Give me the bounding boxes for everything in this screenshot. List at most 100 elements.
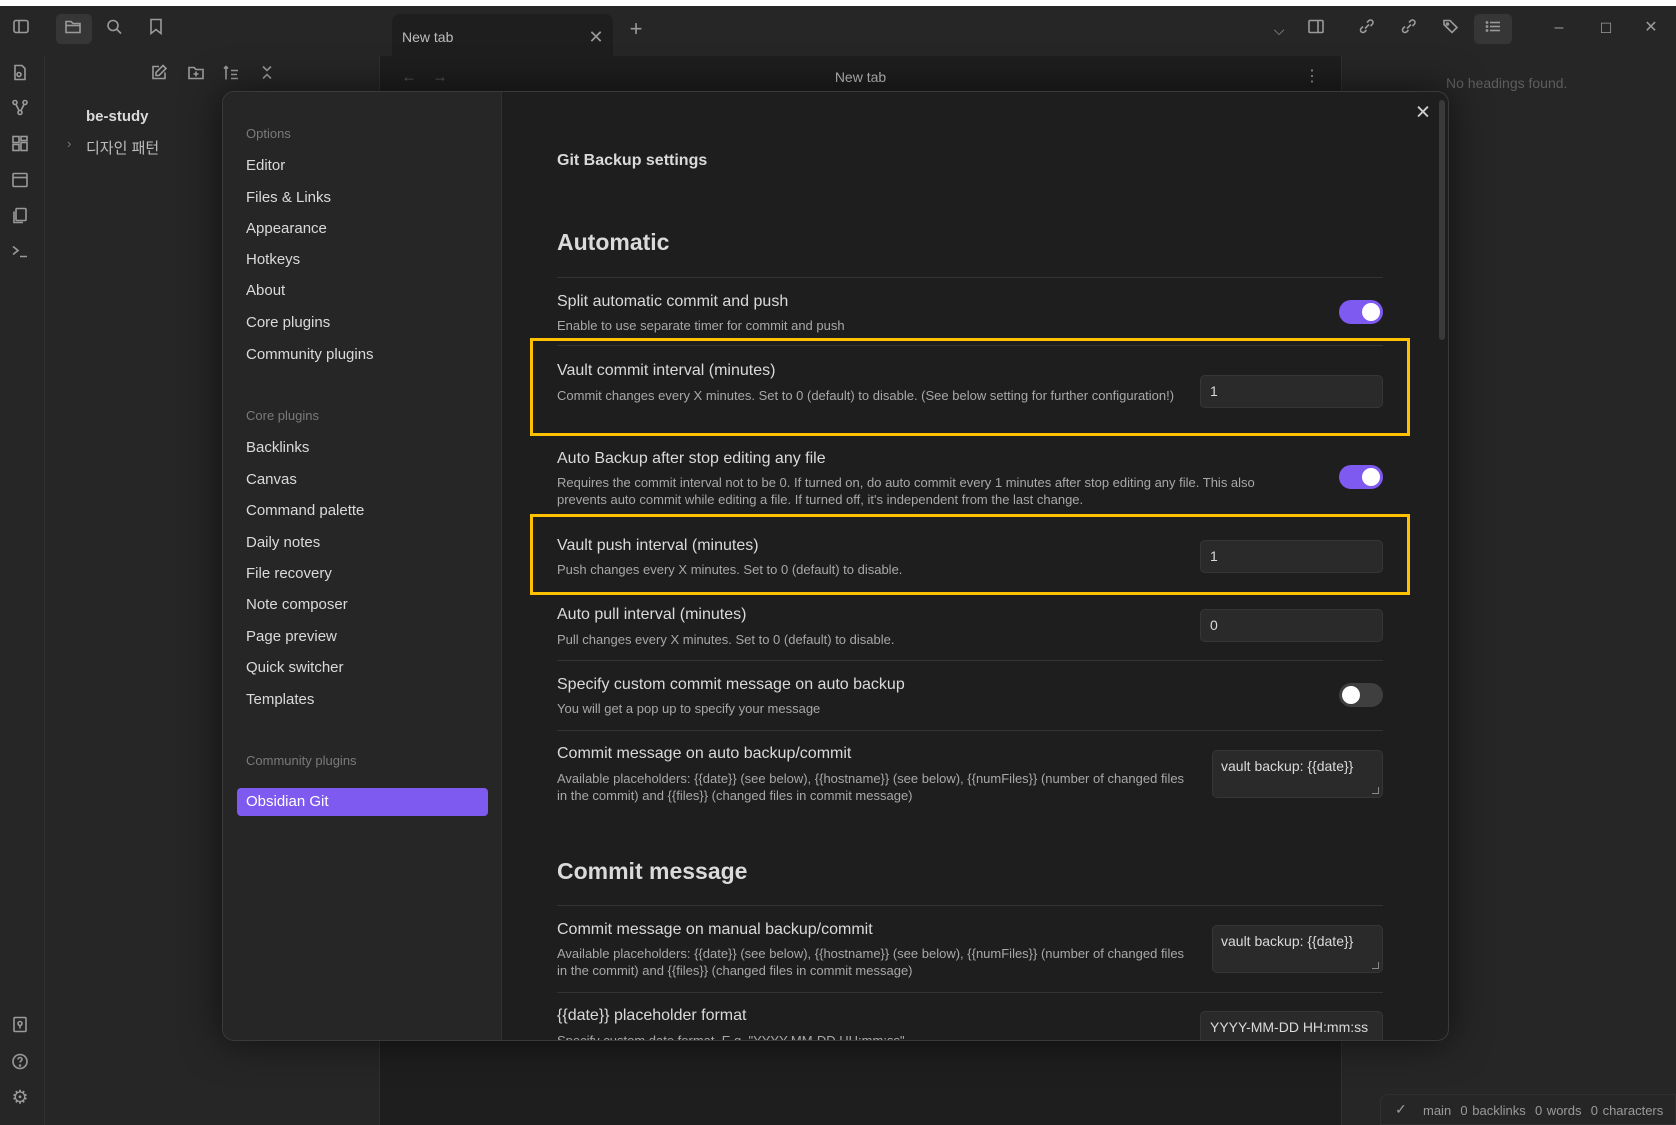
character-count: 0 characters (1590, 1103, 1664, 1118)
vault-name[interactable]: be-study (86, 108, 149, 125)
chevron-down-icon[interactable]: ⌵ (1274, 23, 1285, 37)
sync-check-icon: ✓ (1395, 1101, 1407, 1117)
title-bar: New tab ✕ + ⌵ – ☐ ✕ (0, 6, 1676, 56)
setting-desc: Commit changes every X minutes. Set to 0… (557, 388, 1175, 403)
bookmark-icon[interactable] (147, 18, 165, 39)
toggle-knob (1362, 468, 1380, 486)
nav-item-command-palette[interactable]: Command palette (246, 502, 364, 519)
auto-backup-after-edit-toggle[interactable] (1339, 465, 1383, 489)
section-heading-automatic: Automatic (557, 229, 670, 255)
sidebar-toggle-icon[interactable] (12, 18, 30, 39)
setting-desc: You will get a pop up to specify your me… (557, 701, 821, 716)
nav-item-about[interactable]: About (246, 282, 285, 299)
nav-item-quick-switcher[interactable]: Quick switcher (246, 659, 344, 676)
outline-icon[interactable] (1484, 18, 1502, 39)
left-ribbon: ⚙ (0, 56, 45, 1125)
modal-close-icon[interactable]: ✕ (1415, 104, 1431, 123)
folder-icon[interactable] (64, 18, 82, 39)
manual-commit-message-textarea[interactable]: vault backup: {{date}} (1212, 925, 1383, 973)
pull-interval-input[interactable]: 0 (1200, 609, 1383, 642)
nav-header-options: Options (246, 126, 291, 141)
settings-modal: Options Editor Files & Links Appearance … (222, 91, 1449, 1041)
more-options-icon[interactable]: ⋮ (1304, 69, 1320, 85)
outgoing-links-icon[interactable] (1400, 18, 1418, 39)
push-interval-input[interactable]: 1 (1200, 540, 1383, 573)
date-format-input[interactable]: YYYY-MM-DD HH:mm:ss (1200, 1011, 1383, 1040)
editor-title: New tab (834, 69, 887, 85)
maximize-icon[interactable]: ☐ (1600, 21, 1613, 35)
nav-item-files-links[interactable]: Files & Links (246, 189, 331, 206)
tab-close-icon[interactable]: ✕ (588, 28, 603, 46)
search-icon[interactable] (105, 18, 123, 39)
nav-item-note-composer[interactable]: Note composer (246, 596, 348, 613)
git-branch[interactable]: main (1423, 1103, 1451, 1118)
status-bar: ✓ main 0 backlinks 0 words 0 characters (1380, 1094, 1676, 1125)
divider (557, 730, 1383, 731)
divider (557, 660, 1383, 661)
window-close-icon[interactable]: ✕ (1644, 20, 1657, 36)
settings-title: Git Backup settings (557, 152, 708, 169)
setting-desc: Available placeholders: {{date}} (see be… (557, 771, 1185, 803)
outline-empty-text: No headings found. (1446, 75, 1568, 91)
obsidian-window: New tab ✕ + ⌵ – ☐ ✕ ⚙ be-study › 디자인 패턴 (0, 6, 1676, 1125)
backlinks-icon[interactable] (1358, 18, 1376, 39)
new-note-icon[interactable] (150, 64, 168, 85)
tab-new-tab[interactable]: New tab ✕ (392, 14, 613, 56)
setting-desc: Available placeholders: {{date}} (see be… (557, 946, 1185, 978)
settings-scrollbar[interactable] (1439, 100, 1445, 340)
nav-item-obsidian-git[interactable]: Obsidian Git (237, 788, 488, 816)
nav-item-core-plugins[interactable]: Core plugins (246, 314, 330, 331)
auto-commit-message-textarea[interactable]: vault backup: {{date}} (1212, 750, 1383, 798)
setting-desc: Requires the commit interval not to be 0… (557, 475, 1255, 507)
help-icon[interactable] (11, 1053, 29, 1074)
nav-item-backlinks[interactable]: Backlinks (246, 439, 309, 456)
nav-item-editor[interactable]: Editor (246, 157, 285, 174)
nav-item-hotkeys[interactable]: Hotkeys (246, 251, 300, 268)
setting-name: Vault commit interval (minutes) (557, 362, 776, 379)
setting-name: Vault push interval (minutes) (557, 537, 759, 554)
collapse-all-icon[interactable] (258, 64, 276, 85)
quick-switcher-icon[interactable] (11, 64, 29, 85)
split-commit-push-toggle[interactable] (1339, 300, 1383, 324)
nav-item-canvas[interactable]: Canvas (246, 471, 297, 488)
nav-header-core-plugins: Core plugins (246, 408, 319, 423)
divider (557, 905, 1383, 906)
setting-desc: Push changes every X minutes. Set to 0 (… (557, 562, 903, 577)
nav-header-community-plugins: Community plugins (246, 753, 357, 768)
setting-name: Auto pull interval (minutes) (557, 606, 747, 623)
nav-item-community-plugins[interactable]: Community plugins (246, 346, 374, 363)
setting-name: Specify custom commit message on auto ba… (557, 676, 905, 693)
new-folder-icon[interactable] (187, 64, 205, 85)
toggle-knob (1342, 686, 1360, 704)
nav-item-daily-notes[interactable]: Daily notes (246, 534, 320, 551)
setting-desc: Enable to use separate timer for commit … (557, 318, 845, 333)
nav-item-appearance[interactable]: Appearance (246, 220, 327, 237)
settings-icon[interactable]: ⚙ (11, 1089, 28, 1108)
setting-desc: Specify custom date format. E.g. "YYYY-M… (557, 1032, 1187, 1040)
nav-item-file-recovery[interactable]: File recovery (246, 565, 332, 582)
daily-note-icon[interactable] (11, 171, 29, 192)
nav-item-templates[interactable]: Templates (246, 691, 314, 708)
canvas-icon[interactable] (11, 135, 29, 156)
tags-icon[interactable] (1442, 18, 1460, 39)
sort-icon[interactable] (222, 64, 240, 85)
divider (557, 992, 1383, 993)
setting-name: Commit message on auto backup/commit (557, 745, 852, 762)
nav-item-page-preview[interactable]: Page preview (246, 628, 337, 645)
section-heading-commit-message: Commit message (557, 858, 748, 884)
vault-icon[interactable] (11, 1016, 29, 1037)
minimize-icon[interactable]: – (1555, 20, 1564, 36)
folder-item[interactable]: 디자인 패턴 (86, 137, 159, 158)
graph-view-icon[interactable] (11, 99, 29, 120)
toggle-knob (1362, 303, 1380, 321)
setting-name: {{date}} placeholder format (557, 1007, 747, 1024)
templates-icon[interactable] (11, 207, 29, 228)
commit-interval-input[interactable]: 1 (1200, 375, 1383, 408)
command-palette-icon[interactable] (11, 242, 29, 263)
backlinks-count: 0 backlinks (1460, 1103, 1526, 1118)
chevron-right-icon[interactable]: › (67, 136, 71, 151)
settings-sidebar: Options Editor Files & Links Appearance … (223, 92, 502, 1040)
new-tab-plus-icon[interactable]: + (630, 18, 643, 40)
split-panel-icon[interactable] (1307, 18, 1325, 39)
custom-commit-message-toggle[interactable] (1339, 683, 1383, 707)
